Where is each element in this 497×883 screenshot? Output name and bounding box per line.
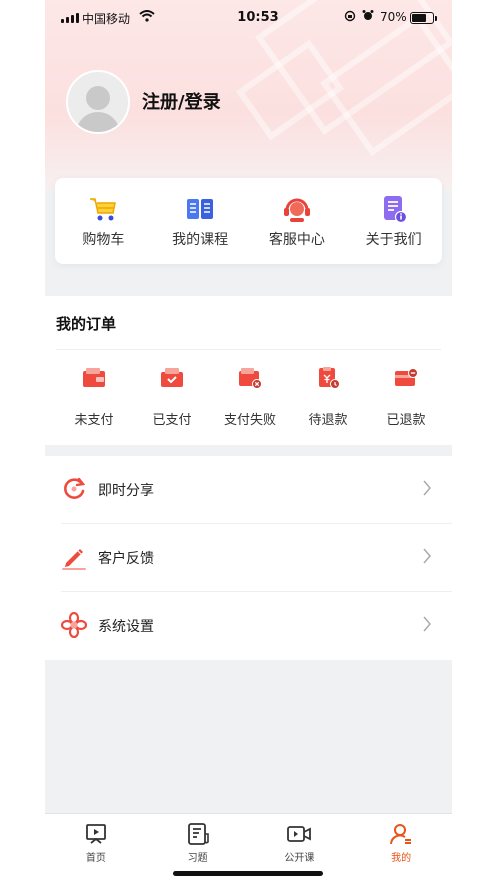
info-doc-icon: [383, 196, 407, 224]
refund-pending-icon: [319, 367, 340, 389]
quick-link-label: 客服中心: [268, 232, 325, 248]
tab-label: 首页: [85, 853, 106, 864]
settings-menu: 即时分享 客户反馈 系统设置: [45, 456, 452, 660]
headset-icon: [283, 198, 310, 222]
order-status-label: 已支付: [152, 413, 192, 428]
refunded-icon: [395, 368, 418, 386]
order-status-failed[interactable]: 支付失败: [211, 361, 289, 431]
quick-link-label: 关于我们: [365, 232, 422, 248]
order-status-label: 支付失败: [223, 413, 276, 428]
orders-title: 我的订单: [56, 315, 117, 333]
menu-item-system-settings[interactable]: 系统设置: [45, 592, 452, 660]
divider: [56, 349, 441, 350]
quick-link-label: 购物车: [82, 232, 125, 248]
quick-link-label: 我的课程: [172, 232, 229, 248]
quick-link-my-courses[interactable]: 我的课程: [152, 178, 249, 264]
menu-item-label: 系统设置: [98, 619, 154, 635]
menu-item-label: 即时分享: [98, 483, 154, 499]
login-register-link[interactable]: 注册/登录: [142, 88, 221, 114]
shopping-cart-icon: [90, 198, 117, 221]
order-status-label: 已退款: [386, 413, 426, 428]
book-icon: [187, 199, 214, 219]
menu-item-label: 客户反馈: [98, 551, 154, 567]
order-status-unpaid[interactable]: 未支付: [55, 361, 133, 431]
order-status-paid[interactable]: 已支付: [133, 361, 211, 431]
video-icon: [287, 826, 312, 842]
wallet-fail-icon: [239, 368, 262, 389]
tab-label: 我的: [391, 853, 412, 864]
wallet-check-icon: [161, 368, 183, 387]
signal-icon: [61, 13, 79, 23]
order-status-refund-pending[interactable]: 待退款: [289, 361, 367, 431]
menu-item-feedback[interactable]: 客户反馈: [45, 524, 452, 592]
my-orders-section: 我的订单 未支付 已支付 支付失败 待退款 已退款: [45, 296, 452, 445]
wifi-icon: [139, 10, 155, 26]
home-play-icon: [85, 824, 106, 844]
home-indicator: [173, 871, 323, 876]
wallet-icon: [83, 368, 105, 387]
tab-home[interactable]: 首页: [45, 814, 147, 883]
tab-label: 公开课: [284, 853, 315, 864]
order-status-label: 待退款: [308, 413, 348, 428]
app-screen: 中国移动 10:53 70% 注册/登录 购物车 我的课程 客服中心 关于我们 …: [45, 0, 452, 883]
alarm-icon: [362, 9, 374, 24]
chevron-right-icon: [423, 616, 431, 632]
status-bar: 中国移动 10:53 70%: [45, 0, 452, 36]
order-status-refunded[interactable]: 已退款: [367, 361, 445, 431]
battery-icon: [410, 12, 437, 24]
order-status-label: 未支付: [74, 413, 114, 428]
chevron-right-icon: [423, 480, 431, 496]
default-avatar-icon[interactable]: [66, 70, 130, 134]
quick-link-customer-service[interactable]: 客服中心: [249, 178, 346, 264]
carrier-name: 中国移动: [82, 12, 131, 26]
battery-percentage: 70%: [380, 10, 407, 24]
flower-settings-icon: [61, 612, 87, 638]
quick-link-cart[interactable]: 购物车: [55, 178, 152, 264]
chevron-right-icon: [423, 548, 431, 564]
quick-links-card: 购物车 我的课程 客服中心 关于我们: [55, 178, 442, 264]
status-time: 10:53: [237, 10, 279, 25]
pen-feedback-icon: [62, 549, 86, 570]
quick-link-about-us[interactable]: 关于我们: [345, 178, 442, 264]
rotation-lock-icon: [344, 10, 356, 25]
exercise-icon: [187, 823, 209, 845]
tab-mine[interactable]: 我的: [350, 814, 452, 883]
menu-item-share[interactable]: 即时分享: [45, 456, 452, 524]
share-refresh-icon: [64, 477, 86, 499]
user-icon: [390, 824, 412, 845]
tab-label: 习题: [187, 853, 208, 864]
